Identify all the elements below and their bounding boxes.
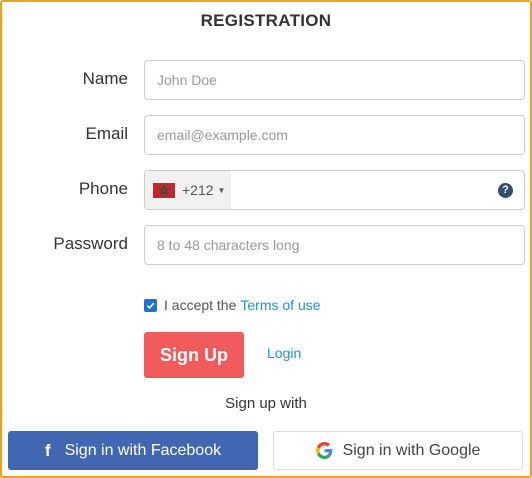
check-icon bbox=[146, 302, 155, 309]
name-label: Name bbox=[82, 69, 128, 88]
country-dial-code: +212 bbox=[182, 182, 214, 198]
name-field-box bbox=[144, 60, 525, 100]
terms-text: I accept the bbox=[164, 297, 237, 313]
phone-input[interactable] bbox=[231, 171, 498, 209]
terms-row: I accept the Terms of use bbox=[144, 297, 321, 313]
email-field-box bbox=[144, 115, 525, 155]
facebook-sign-in-button[interactable]: f Sign in with Facebook bbox=[8, 431, 258, 470]
terms-checkbox[interactable] bbox=[144, 298, 157, 312]
email-label: Email bbox=[85, 124, 128, 143]
morocco-flag-icon bbox=[153, 182, 175, 198]
phone-field-box: +212 ▼ ? bbox=[144, 170, 525, 210]
sign-up-button[interactable]: Sign Up bbox=[144, 332, 244, 378]
google-sign-in-label: Sign in with Google bbox=[342, 441, 481, 459]
google-sign-in-button[interactable]: Sign in with Google bbox=[273, 431, 523, 470]
password-field-box bbox=[144, 225, 525, 265]
login-link[interactable]: Login bbox=[267, 345, 301, 361]
sign-up-with-text: Sign up with bbox=[225, 395, 307, 412]
phone-label: Phone bbox=[78, 179, 128, 198]
facebook-sign-in-label: Sign in with Facebook bbox=[64, 441, 222, 459]
form-title: REGISTRATION bbox=[200, 11, 332, 30]
country-code-selector[interactable]: +212 ▼ bbox=[145, 171, 231, 209]
name-input[interactable] bbox=[145, 61, 524, 99]
question-circle-icon[interactable]: ? bbox=[498, 182, 513, 198]
password-label: Password bbox=[53, 234, 128, 253]
caret-down-icon: ▼ bbox=[217, 185, 226, 195]
terms-of-use-link[interactable]: Terms of use bbox=[240, 297, 320, 313]
email-input[interactable] bbox=[145, 116, 524, 154]
facebook-icon: f bbox=[44, 440, 51, 460]
google-icon bbox=[315, 442, 333, 459]
password-input[interactable] bbox=[145, 226, 524, 264]
